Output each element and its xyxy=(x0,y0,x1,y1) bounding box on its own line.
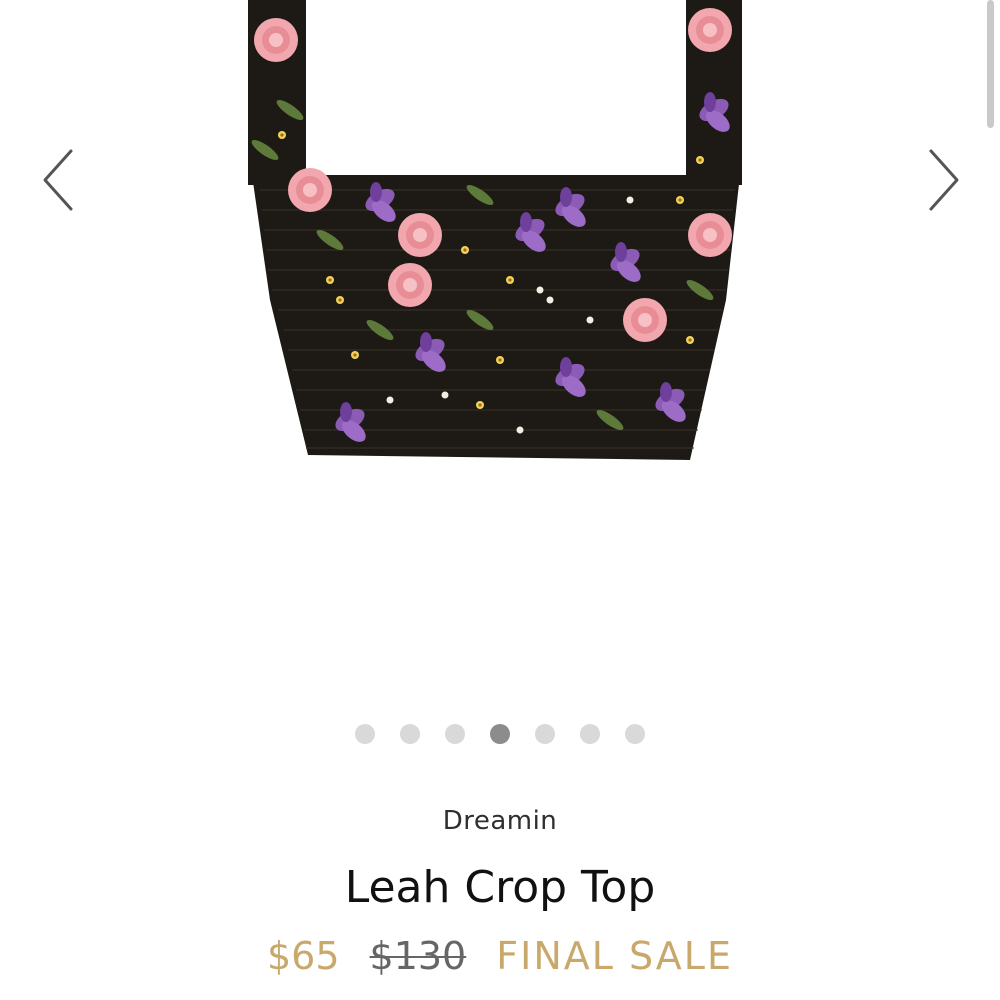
gallery-dot-4-active[interactable] xyxy=(490,724,510,744)
product-image[interactable] xyxy=(230,0,760,470)
gallery-dot-3[interactable] xyxy=(445,724,465,744)
gallery-dot-1[interactable] xyxy=(355,724,375,744)
gallery-pagination xyxy=(0,724,1000,744)
gallery-dot-2[interactable] xyxy=(400,724,420,744)
chevron-right-icon xyxy=(929,149,959,211)
gallery-dot-7[interactable] xyxy=(625,724,645,744)
brand-name[interactable]: Dreamin xyxy=(0,806,1000,836)
final-sale-badge: FINAL SALE xyxy=(496,934,733,978)
gallery-dot-5[interactable] xyxy=(535,724,555,744)
price-row: $65 $130 FINAL SALE xyxy=(0,934,1000,978)
gallery-dot-6[interactable] xyxy=(580,724,600,744)
product-title: Leah Crop Top xyxy=(344,862,656,913)
sale-price: $65 xyxy=(267,934,340,978)
gallery-prev-button[interactable] xyxy=(34,140,84,220)
original-price: $130 xyxy=(369,934,467,978)
gallery-next-button[interactable] xyxy=(918,140,968,220)
chevron-left-icon xyxy=(43,149,73,211)
scrollbar-thumb[interactable] xyxy=(987,0,994,128)
